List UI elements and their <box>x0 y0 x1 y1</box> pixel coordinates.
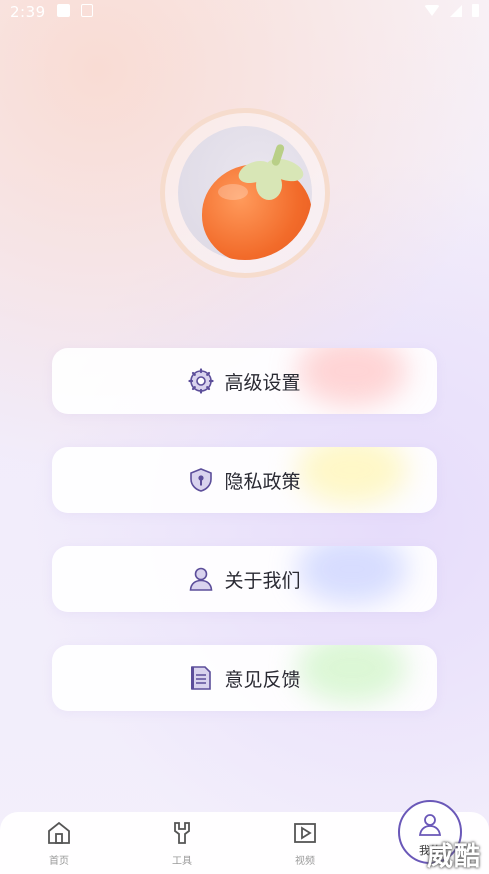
battery-icon <box>472 4 479 17</box>
menu-item-label: 关于我们 <box>224 569 301 592</box>
watermark: 威酷 <box>426 842 481 872</box>
shield-icon <box>190 468 213 492</box>
video-icon <box>294 823 316 843</box>
wifi-icon <box>424 5 440 16</box>
tomato-avatar-image <box>178 126 312 260</box>
menu-item-feedback[interactable]: 意见反馈 <box>52 645 437 711</box>
profile-icon <box>418 814 442 836</box>
nav-item-home[interactable]: 首页 <box>29 820 89 867</box>
menu-item-label: 隐私政策 <box>224 470 301 493</box>
status-time: 2:39 <box>10 3 46 21</box>
status-bar: 2:39 <box>0 0 489 24</box>
document-icon <box>191 666 212 690</box>
avatar[interactable] <box>160 108 330 278</box>
menu-item-about-us[interactable]: 关于我们 <box>52 546 437 612</box>
menu-item-privacy-policy[interactable]: 隐私政策 <box>52 447 437 513</box>
menu-item-label: 意见反馈 <box>224 668 301 691</box>
nav-label: 视频 <box>295 856 315 867</box>
user-icon <box>190 567 213 591</box>
notification-icon <box>57 4 70 17</box>
nav-label: 首页 <box>49 856 69 867</box>
signal-icon <box>450 4 462 17</box>
wrench-icon <box>174 822 190 844</box>
app-notification-icon <box>81 4 93 17</box>
nav-item-tools[interactable]: 工具 <box>152 820 212 867</box>
home-icon <box>48 821 70 844</box>
menu-item-label: 高级设置 <box>224 371 301 394</box>
nav-label: 工具 <box>172 856 192 867</box>
menu-item-advanced-settings[interactable]: 高级设置 <box>52 348 437 414</box>
nav-item-video[interactable]: 视频 <box>275 820 335 867</box>
gear-icon <box>188 368 215 394</box>
